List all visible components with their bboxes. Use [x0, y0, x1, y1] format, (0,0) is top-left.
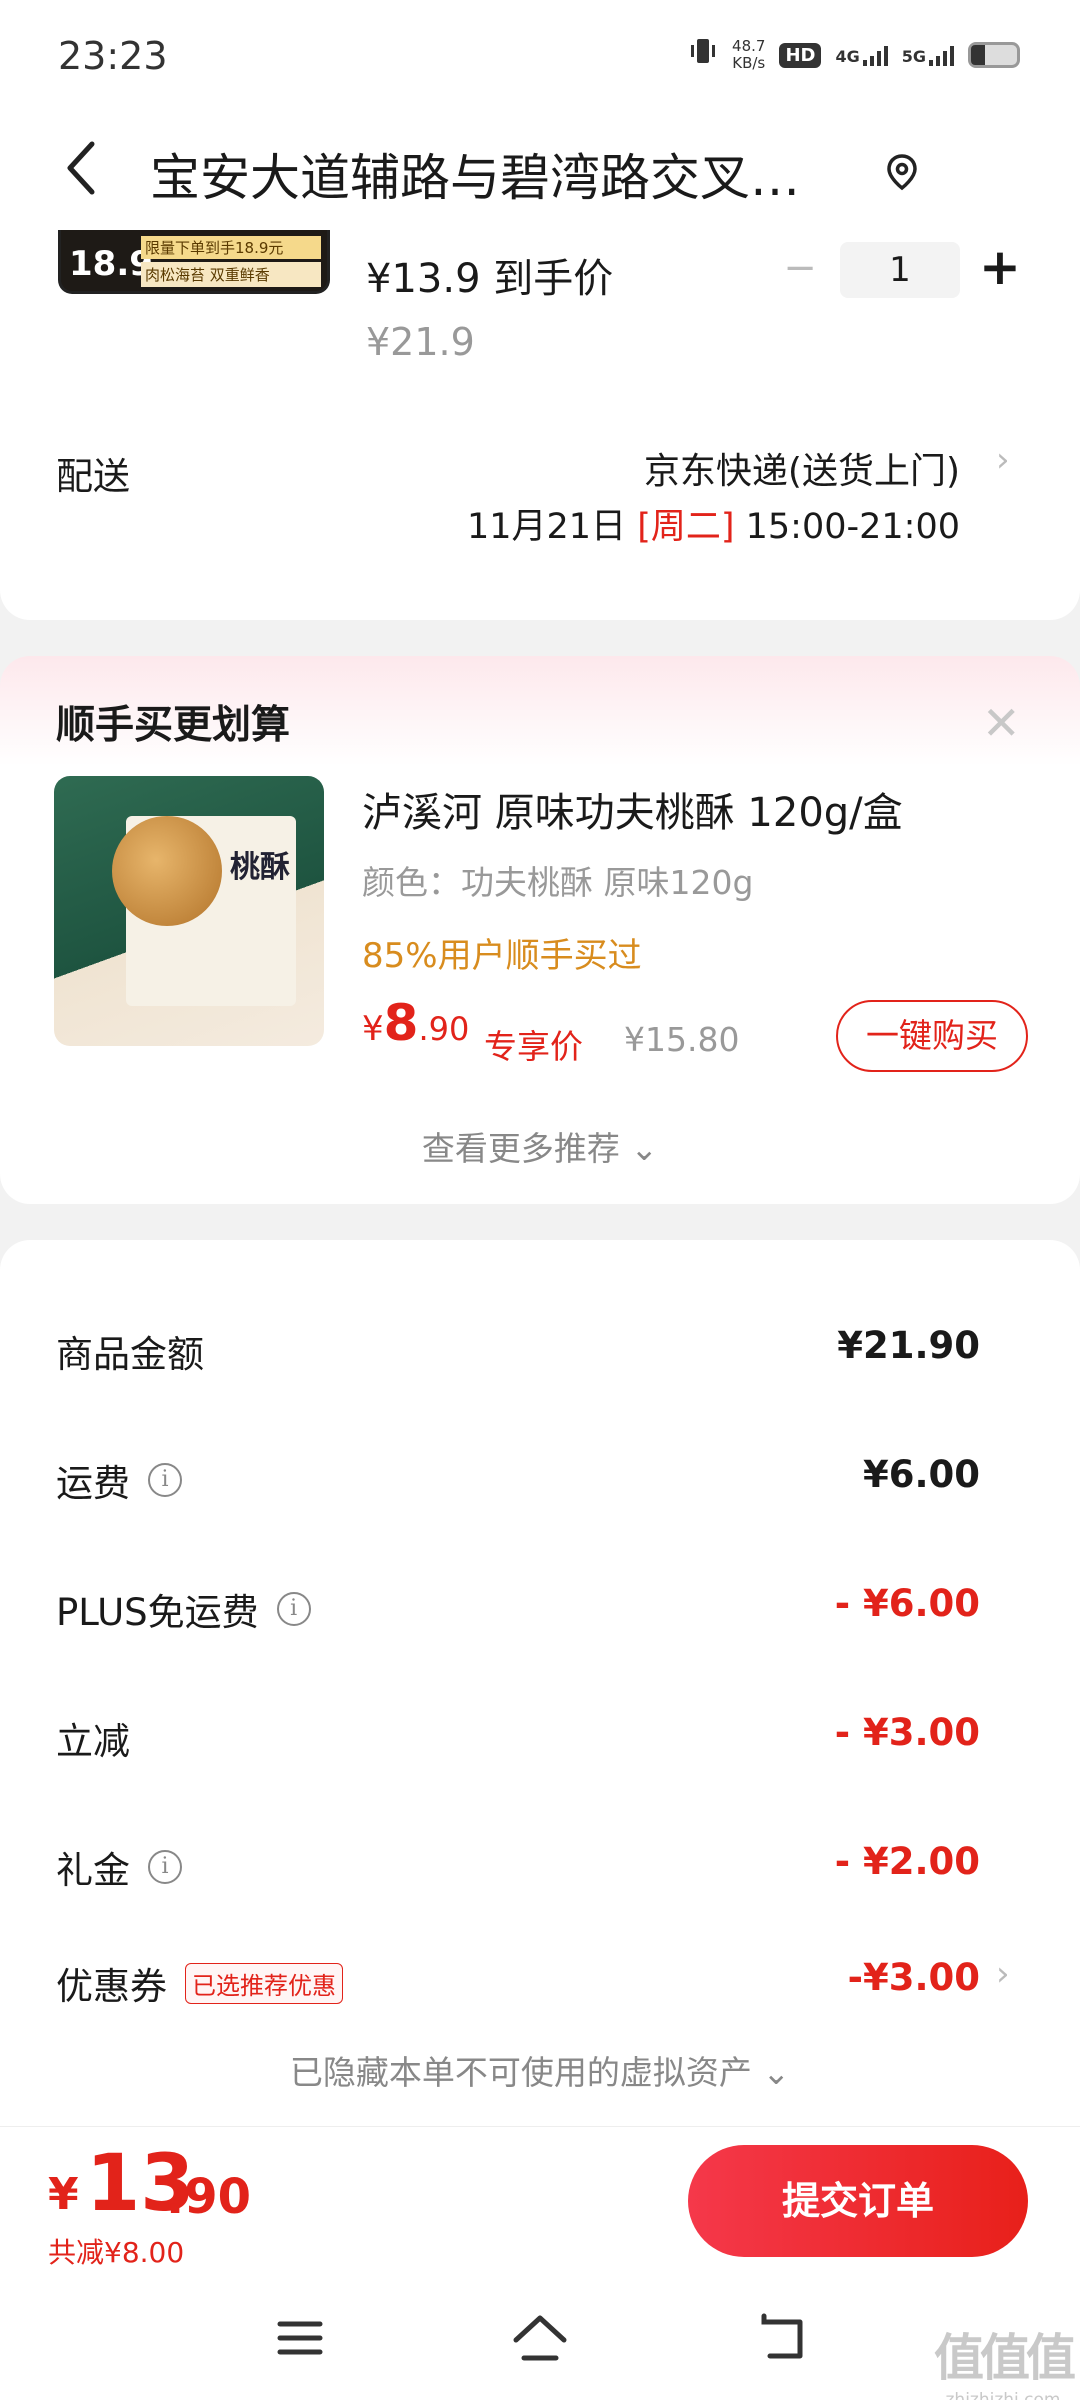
recommend-product-image[interactable]: 桃酥 [54, 776, 324, 1046]
recommend-price: ¥8.90 [362, 994, 470, 1052]
summary-label: PLUS免运费 [56, 1591, 259, 1634]
address-title[interactable]: 宝安大道辅路与碧湾路交叉… [150, 138, 880, 210]
location-pin-icon[interactable] [882, 152, 922, 192]
site-watermark: 值值值 zhizhizhi.com [934, 2329, 1076, 2400]
chevron-right-icon[interactable]: › [996, 440, 1010, 480]
see-more-recommendations[interactable]: 查看更多推荐 ⌄ [0, 1122, 1080, 1170]
total-currency: ¥ [48, 2169, 79, 2220]
product-original-price: ¥21.9 [366, 320, 475, 364]
summary-value: -¥3.00 [847, 1956, 980, 1999]
header: 宝安大道辅路与碧湾路交叉… [0, 110, 1080, 230]
delivery-weekday: [周二] [637, 507, 735, 547]
summary-label: 商品金额 [56, 1333, 204, 1376]
summary-row-coupon[interactable]: 优惠券 已选推荐优惠 -¥3.00 › [0, 1954, 1080, 2036]
delivery-label: 配送 [56, 455, 130, 498]
status-time: 23:23 [58, 34, 168, 78]
recommend-product-name[interactable]: 泸溪河 原味功夫桃酥 120g/盒 [362, 780, 903, 838]
summary-row-gift-money: 礼金 i - ¥2.00 [0, 1840, 1080, 1920]
info-icon[interactable]: i [148, 1463, 182, 1497]
home-icon[interactable] [510, 2308, 570, 2368]
summary-row-shipping: 运费 i ¥6.00 [0, 1453, 1080, 1533]
signal-5g-icon: 5G [902, 44, 954, 66]
summary-row-goods-amount: 商品金额 ¥21.90 [0, 1324, 1080, 1404]
close-icon[interactable]: ✕ [982, 696, 1021, 750]
checkout-bar: ¥ 13 .90 共减¥8.00 提交订单 [0, 2126, 1080, 2274]
summary-value: ¥21.90 [837, 1324, 980, 1367]
coupon-selected-tag: 已选推荐优惠 [185, 1962, 343, 2004]
recommend-price-label: 专享价 [484, 1027, 583, 1066]
signal-4g-icon: 4G [835, 44, 888, 66]
recommend-card: 顺手买更划算 ✕ 桃酥 泸溪河 原味功夫桃酥 120g/盒 颜色：功夫桃酥 原味… [0, 656, 1080, 1204]
quantity-input[interactable]: 1 [840, 242, 960, 298]
summary-label: 立减 [56, 1720, 130, 1763]
menu-icon[interactable] [270, 2308, 330, 2368]
order-item-card: 18.9 限量下单到手18.9元 肉松海苔 双重鲜香 ¥13.9 到手价 ¥21… [0, 230, 1080, 620]
network-speed: 48.7 KB/s [732, 37, 766, 72]
recommend-title: 顺手买更划算 [56, 703, 291, 748]
box-title: 桃酥 [230, 850, 290, 885]
chevron-right-icon[interactable]: › [996, 1954, 1010, 1994]
recommend-product-spec: 颜色：功夫桃酥 原味120g [362, 863, 754, 902]
hidden-virtual-assets-toggle[interactable]: 已隐藏本单不可使用的虚拟资产 ⌄ [0, 2046, 1080, 2094]
hd-icon: HD [779, 42, 822, 68]
summary-value: ¥6.00 [862, 1453, 980, 1496]
status-bar: 23:23 48.7 KB/s HD 4G 5G [0, 0, 1080, 110]
info-icon[interactable]: i [276, 1592, 311, 1626]
back-nav-icon[interactable] [752, 2308, 812, 2368]
recommend-original-price: ¥15.80 [624, 1020, 740, 1059]
price-summary-card: 商品金额 ¥21.90 运费 i ¥6.00 PLUS免运费 i - ¥6.00 立… [0, 1240, 1080, 2140]
summary-row-instant-discount: 立减 - ¥3.00 [0, 1711, 1080, 1791]
product-final-price: ¥13.9 到手价 [366, 256, 614, 302]
battery-icon [968, 42, 1020, 68]
summary-label: 礼金 [56, 1849, 130, 1892]
delivery-method[interactable]: 京东快递(送货上门) [644, 442, 960, 494]
summary-value: - ¥2.00 [834, 1840, 980, 1883]
quantity-decrease-button[interactable]: − [780, 248, 820, 290]
total-saved[interactable]: 共减¥8.00 [48, 2231, 184, 2271]
total-amount-decimal: .90 [166, 2169, 252, 2225]
recommend-bought-rate: 85%用户顺手买过 [362, 936, 642, 976]
system-nav-bar [0, 2274, 1080, 2400]
summary-label: 优惠券 [56, 1965, 167, 2008]
one-click-buy-button[interactable]: 一键购买 [836, 1000, 1028, 1072]
thumb-text: 限量下单到手18.9元 肉松海苔 双重鲜香 [141, 236, 321, 287]
submit-order-button[interactable]: 提交订单 [688, 2145, 1028, 2257]
summary-value: - ¥6.00 [834, 1582, 980, 1625]
back-arrow-icon[interactable] [56, 138, 106, 198]
quantity-increase-button[interactable]: + [978, 242, 1022, 294]
summary-row-plus-free-shipping: PLUS免运费 i - ¥6.00 [0, 1582, 1080, 1662]
info-icon[interactable]: i [148, 1850, 182, 1884]
vibrate-icon [688, 36, 718, 74]
summary-label: 运费 [56, 1462, 130, 1505]
status-icons: 48.7 KB/s HD 4G 5G [688, 36, 1020, 74]
delivery-time[interactable]: 11月21日 [周二] 15:00-21:00 [467, 498, 960, 549]
product-thumbnail[interactable]: 18.9 限量下单到手18.9元 肉松海苔 双重鲜香 [58, 230, 330, 294]
cookie-image [112, 816, 222, 926]
summary-value: - ¥3.00 [834, 1711, 980, 1754]
